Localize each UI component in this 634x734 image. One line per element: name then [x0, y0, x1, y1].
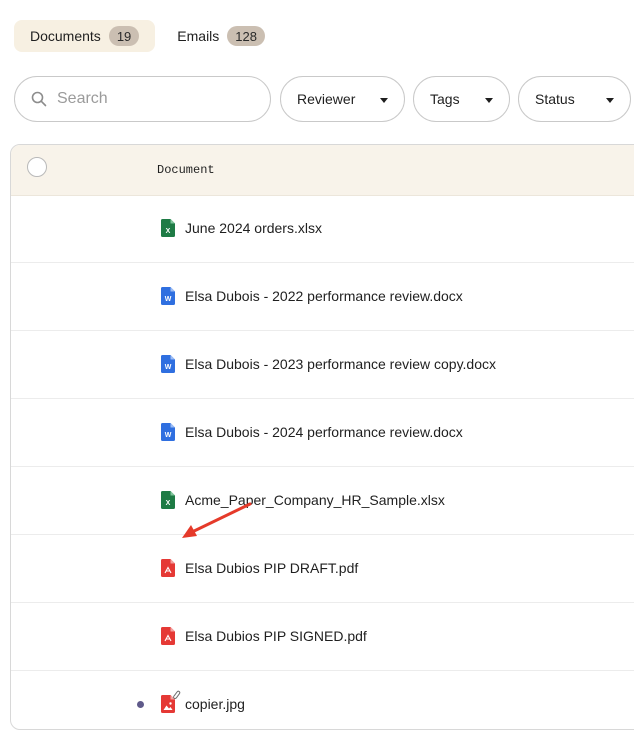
- caret-down-icon: [485, 98, 493, 103]
- tab-bar: Documents 19 Emails 128: [14, 20, 281, 52]
- tab-emails-label: Emails: [177, 28, 220, 44]
- table-row[interactable]: W Elsa Dubois - 2022 performance review.…: [11, 263, 634, 331]
- caret-down-icon: [606, 98, 614, 103]
- document-name: June 2024 orders.xlsx: [185, 220, 322, 236]
- tab-emails-count-badge: 128: [227, 26, 265, 46]
- document-name: Elsa Dubios PIP SIGNED.pdf: [185, 628, 367, 644]
- reviewer-dropdown[interactable]: Reviewer: [280, 76, 405, 122]
- docx-icon: W: [161, 423, 175, 441]
- document-name: Elsa Dubois - 2023 performance review co…: [185, 356, 497, 372]
- search-icon: [31, 91, 47, 107]
- search-input[interactable]: [55, 89, 249, 109]
- tab-emails[interactable]: Emails 128: [161, 20, 281, 52]
- table-row[interactable]: X Acme_Paper_Company_HR_Sample.xlsx: [11, 467, 634, 535]
- tab-documents[interactable]: Documents 19: [14, 20, 156, 52]
- table-row[interactable]: W Elsa Dubois - 2023 performance review …: [11, 331, 634, 399]
- svg-text:W: W: [165, 364, 172, 371]
- column-header-document[interactable]: Document: [157, 163, 215, 177]
- svg-text:X: X: [166, 228, 171, 235]
- search-box[interactable]: [14, 76, 271, 122]
- table-body: X June 2024 orders.xlsx W Elsa Dubois - …: [11, 195, 634, 729]
- table-row[interactable]: Elsa Dubios PIP SIGNED.pdf: [11, 603, 634, 671]
- tab-documents-count-badge: 19: [108, 26, 140, 46]
- tags-dropdown-label: Tags: [430, 91, 460, 107]
- table-row[interactable]: W Elsa Dubois - 2024 performance review.…: [11, 399, 634, 467]
- table-row[interactable]: X June 2024 orders.xlsx: [11, 195, 634, 263]
- svg-text:W: W: [165, 432, 172, 439]
- xlsx-icon: X: [161, 219, 175, 237]
- docx-icon: W: [161, 355, 175, 373]
- docx-icon: W: [161, 287, 175, 305]
- status-dropdown-label: Status: [535, 91, 575, 107]
- pdf-icon: [161, 627, 175, 645]
- pdf-icon: [161, 559, 175, 577]
- tags-dropdown[interactable]: Tags: [413, 76, 510, 122]
- documents-table: Document X June 2024 orders.xlsx W Elsa …: [10, 144, 634, 730]
- table-row[interactable]: copier.jpg: [11, 671, 634, 729]
- select-all-checkbox[interactable]: [27, 157, 47, 177]
- reviewer-dropdown-label: Reviewer: [297, 91, 356, 107]
- caret-down-icon: [380, 98, 388, 103]
- unread-dot-indicator: [137, 701, 144, 708]
- table-row[interactable]: Elsa Dubios PIP DRAFT.pdf: [11, 535, 634, 603]
- document-name: Elsa Dubois - 2024 performance review.do…: [185, 424, 463, 440]
- document-name: copier.jpg: [185, 696, 245, 712]
- status-dropdown[interactable]: Status: [518, 76, 631, 122]
- svg-text:W: W: [165, 296, 172, 303]
- document-name: Elsa Dubois - 2022 performance review.do…: [185, 288, 463, 304]
- annotation-arrow-icon: [182, 502, 252, 538]
- tab-documents-label: Documents: [30, 28, 101, 44]
- attachment-paperclip-icon: [173, 690, 181, 700]
- table-header: Document: [11, 145, 634, 196]
